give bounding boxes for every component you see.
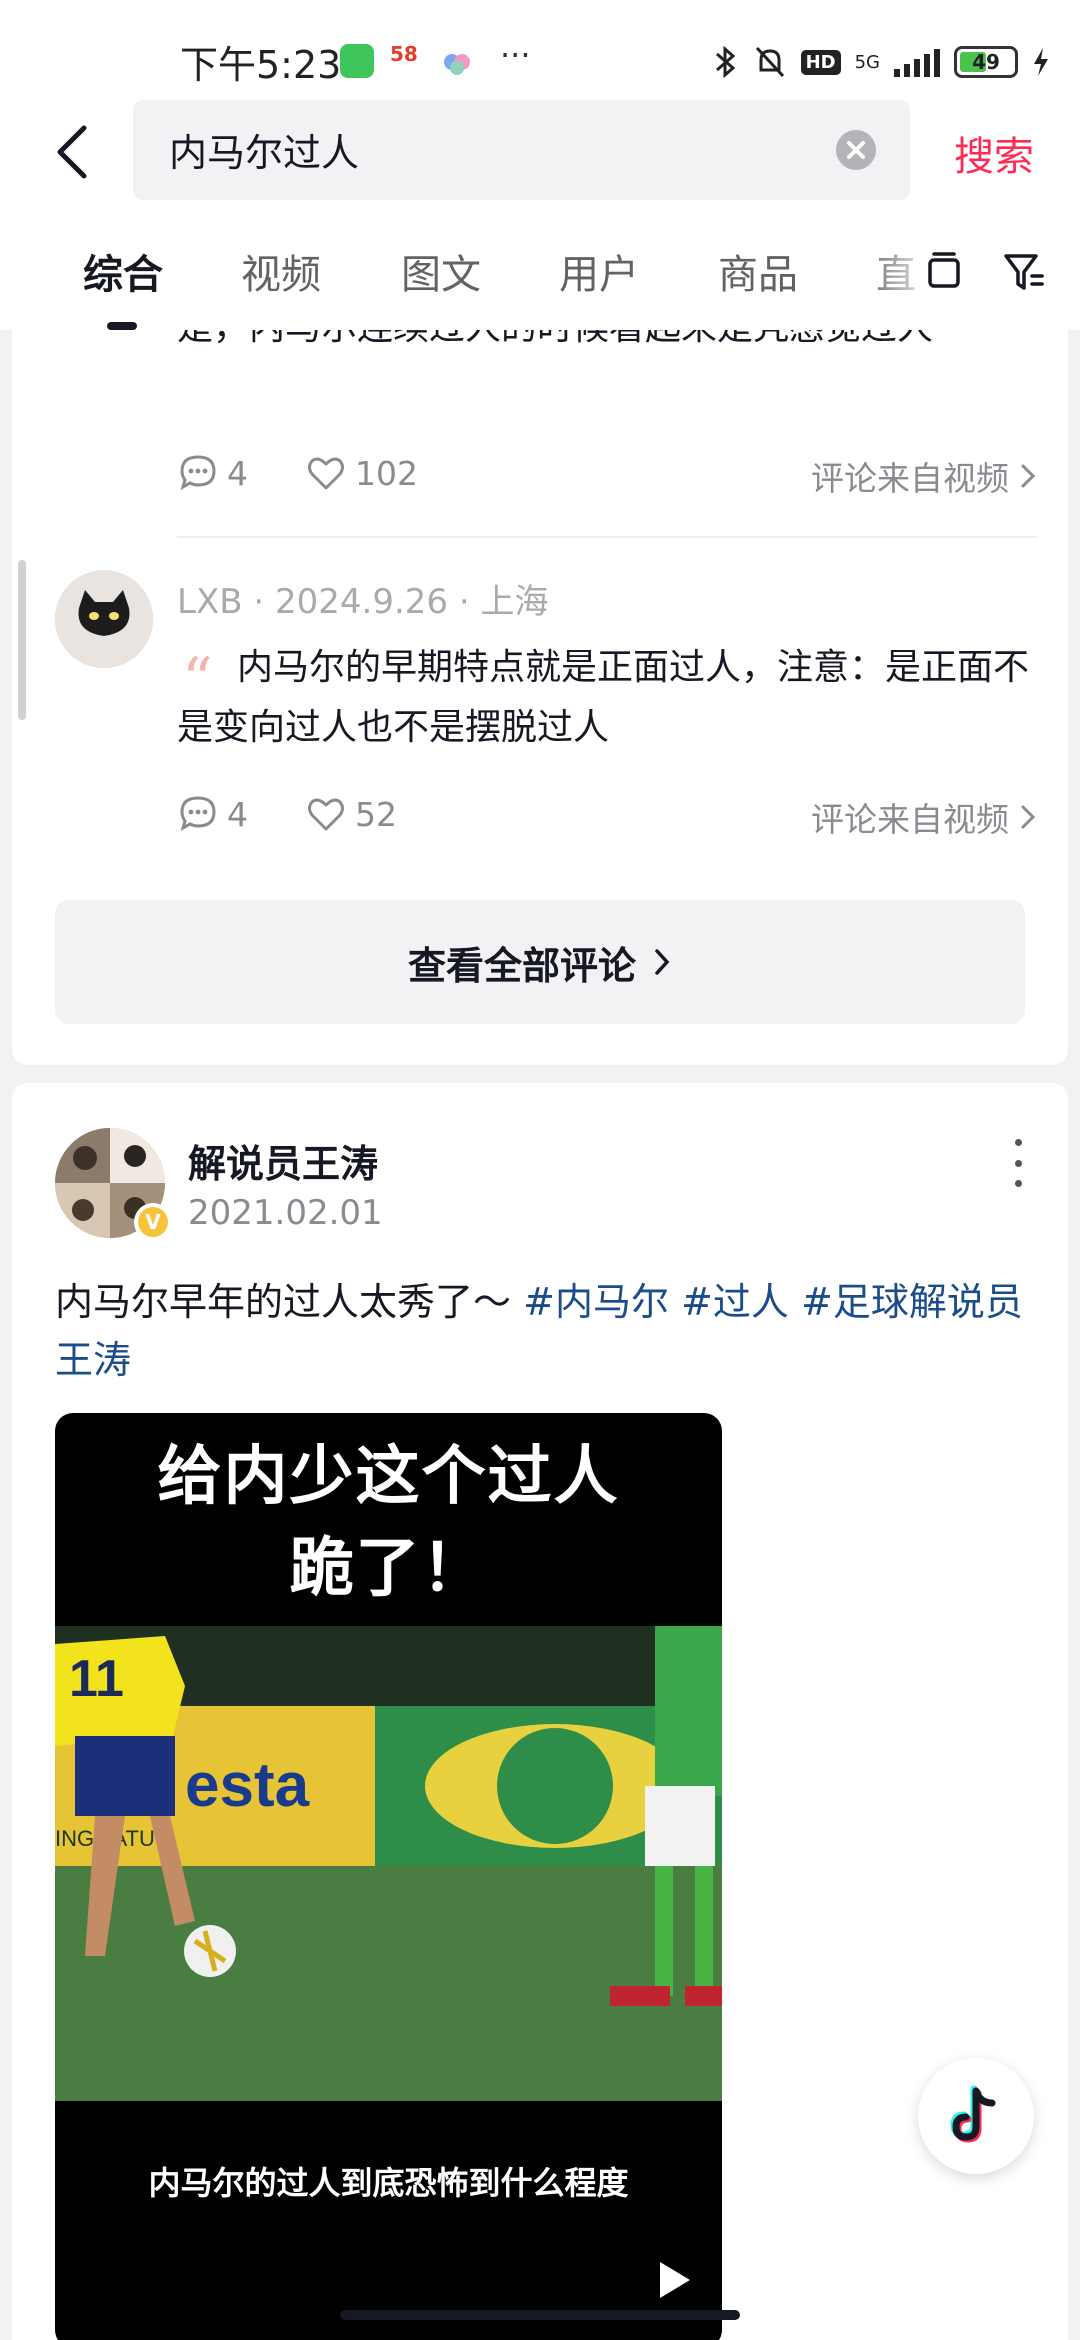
signal-icon	[894, 47, 940, 77]
chevron-right-icon	[655, 949, 670, 975]
douyin-floating-button[interactable]	[918, 2058, 1034, 2174]
post-desc-text: 内马尔早年的过人太秀了～	[55, 1280, 512, 1324]
avatar[interactable]	[55, 570, 153, 668]
comment-text: 是，内马尔连续过人的时候看起来是凭感觉过人	[177, 330, 1037, 358]
post-card: V 解说员王涛 2021.02.01 内马尔早年的过人太秀了～ #内马尔 #过人…	[12, 1083, 1068, 2340]
comment-location: 上海	[480, 582, 549, 622]
like-button[interactable]: 102	[305, 452, 418, 494]
heart-icon	[308, 798, 344, 831]
comment-username[interactable]: LXB	[177, 582, 243, 622]
comment-actions: 4 102 评论来自视频	[177, 452, 1037, 502]
search-input[interactable]: 内马尔过人	[133, 100, 910, 200]
mute-bell-icon	[755, 46, 784, 78]
back-button[interactable]	[50, 122, 100, 182]
comment-source-link[interactable]: 评论来自视频	[811, 452, 1037, 500]
comment-date: 2024.9.26	[275, 582, 449, 622]
comment-actions: 4 52 评论来自视频	[177, 793, 1037, 843]
status-right: HD 5G 49	[713, 40, 1050, 84]
wechat-icon	[340, 44, 374, 78]
reply-count: 4	[227, 453, 248, 493]
active-tab-indicator	[107, 322, 137, 330]
reply-count: 4	[227, 794, 248, 834]
status-bar: 下午5:23 58 ··· HD 5G 49	[0, 0, 1080, 100]
filter-icon	[1004, 254, 1044, 290]
comment-bubble-icon	[180, 455, 216, 491]
search-tabs: 综合 视频 图文 用户 商品 直	[0, 212, 1080, 330]
battery-icon: 49	[954, 46, 1018, 78]
scroll-indicator	[18, 560, 26, 720]
cloud-app-icon	[440, 46, 474, 80]
comment-text: 内马尔的早期特点就是正面过人，注意：是正面不是变向过人也不是摆脱过人	[177, 647, 1030, 748]
author-name[interactable]: 解说员王涛	[188, 1133, 378, 1188]
divider	[177, 536, 1037, 538]
douyin-logo-icon	[950, 2085, 996, 2143]
search-button[interactable]: 搜索	[954, 124, 1034, 182]
battery-level: 49	[972, 50, 1000, 74]
verified-badge: V	[134, 1203, 172, 1241]
video-caption: 给内少这个过人 跪了！	[55, 1431, 722, 1615]
video-caption-line: 给内少这个过人	[157, 1440, 620, 1514]
video-caption-line: 跪了！	[289, 1532, 488, 1606]
post-date: 2021.02.01	[188, 1193, 383, 1233]
app-58-icon: 58	[390, 42, 418, 66]
more-notifications-icon: ···	[500, 36, 531, 74]
heart-icon	[308, 457, 344, 490]
tab-users[interactable]: 用户	[559, 242, 639, 300]
charging-icon	[1034, 48, 1048, 76]
comment-bubble-icon	[180, 796, 216, 832]
jersey-number: 11	[69, 1650, 124, 1708]
comments-card: 是，内马尔连续过人的时候看起来是凭感觉过人 4 102 评论来自视频 LXB ·…	[12, 330, 1068, 1065]
verified-icon: V	[138, 1207, 168, 1237]
reply-button[interactable]: 4	[177, 452, 248, 494]
video-frame: esta INGA ATUI 11	[55, 1626, 722, 2101]
tab-products[interactable]: 商品	[718, 242, 798, 300]
network-type: 5G	[854, 51, 880, 73]
view-all-comments-label: 查看全部评论	[407, 943, 636, 988]
comment-source-label: 评论来自视频	[811, 459, 1009, 498]
tab-video[interactable]: 视频	[241, 242, 321, 300]
view-all-comments-button[interactable]: 查看全部评论	[55, 900, 1025, 1024]
video-thumbnail[interactable]: 给内少这个过人 跪了！ esta INGA ATUI 11 内马尔的过人到底恐怖…	[55, 1413, 722, 2340]
bluetooth-icon	[715, 45, 735, 79]
banner-text: esta	[185, 1751, 310, 1820]
more-options-button[interactable]	[1008, 1133, 1028, 1193]
search-header: 内马尔过人 搜索	[0, 100, 1080, 212]
chevron-right-icon	[1021, 464, 1036, 488]
hashtag-link[interactable]: #内马尔	[523, 1280, 669, 1324]
clear-search-button[interactable]	[836, 130, 876, 170]
comment-source-link[interactable]: 评论来自视频	[811, 793, 1037, 841]
close-icon	[847, 141, 865, 159]
play-icon	[660, 2262, 690, 2298]
layout-toggle-button[interactable]	[922, 250, 966, 294]
comment-source-label: 评论来自视频	[811, 800, 1009, 839]
video-subtitle: 内马尔的过人到底恐怖到什么程度	[148, 2164, 629, 2202]
hd-badge: HD	[800, 49, 841, 75]
like-button[interactable]: 52	[305, 793, 397, 835]
comment-meta: LXB · 2024.9.26 · 上海	[177, 582, 549, 622]
cat-avatar-icon	[55, 570, 153, 668]
layout-icon	[928, 252, 960, 288]
status-time: 下午5:23	[180, 43, 342, 87]
filter-button[interactable]	[1002, 250, 1046, 294]
home-indicator[interactable]	[340, 2310, 740, 2320]
tab-comprehensive[interactable]: 综合	[83, 242, 163, 300]
like-count: 102	[355, 453, 418, 493]
hashtag-link[interactable]: #过人	[681, 1280, 789, 1324]
search-query: 内马尔过人	[169, 131, 360, 175]
chevron-right-icon	[1021, 805, 1036, 829]
like-count: 52	[355, 794, 397, 834]
tab-image-text[interactable]: 图文	[401, 242, 481, 300]
reply-button[interactable]: 4	[177, 793, 248, 835]
chevron-left-icon	[57, 125, 87, 179]
post-description: 内马尔早年的过人太秀了～ #内马尔 #过人 #足球解说员王涛	[55, 1273, 1035, 1389]
